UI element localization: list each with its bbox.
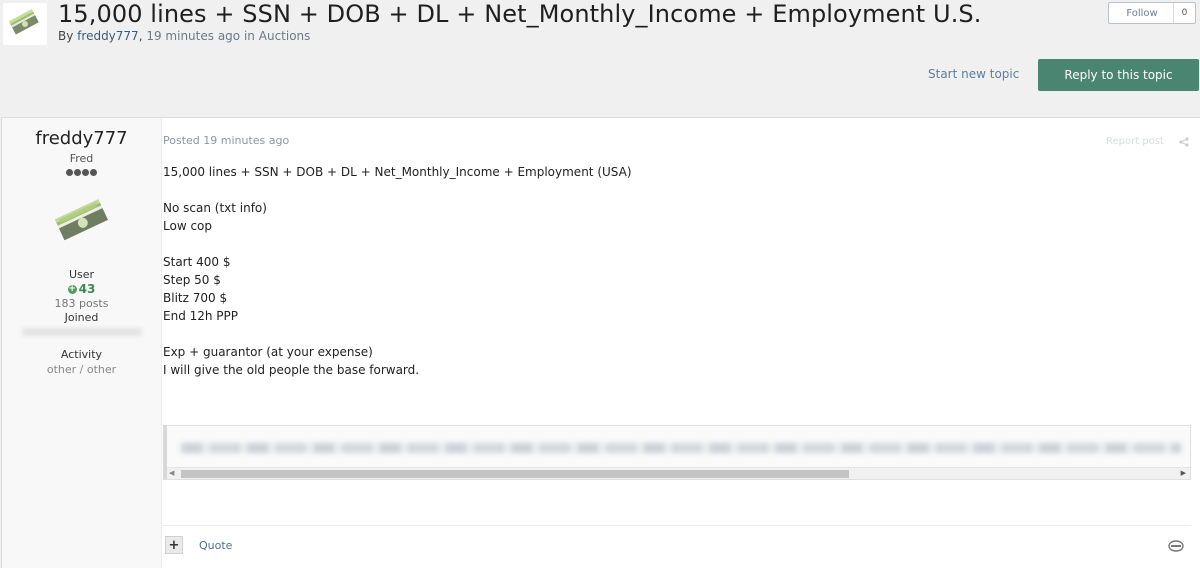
reaction-icon[interactable] — [1168, 540, 1184, 552]
byline-time: 19 minutes ago — [146, 29, 241, 43]
author-activity-label: Activity — [60, 348, 103, 361]
author-post-count: 183 posts — [54, 297, 109, 310]
scroll-right-icon[interactable]: ▶ — [1181, 469, 1186, 477]
byline-in: in — [243, 29, 255, 43]
post-line: Blitz 700 $ — [163, 291, 228, 305]
money-stack-icon — [54, 199, 108, 241]
scrollbar-thumb[interactable] — [181, 470, 849, 478]
topic-title: 15,000 lines + SSN + DOB + DL + Net_Mont… — [58, 0, 982, 28]
horizontal-scrollbar[interactable]: ◀ ▶ — [167, 467, 1190, 479]
scroll-left-icon[interactable]: ◀ — [169, 469, 174, 477]
author-panel: freddy777 Fred User + 43 183 posts Joine… — [2, 118, 162, 568]
share-icon[interactable] — [1179, 137, 1189, 147]
byline-prefix: By — [58, 29, 74, 43]
reputation-value: 43 — [78, 282, 96, 296]
post-line: Start 400 $ — [163, 255, 231, 269]
money-stack-icon — [8, 9, 39, 35]
author-activity-value: other / other — [46, 363, 117, 376]
quote-button[interactable]: Quote — [199, 539, 232, 552]
post-footer-divider — [163, 525, 1191, 526]
post-line: Low cop — [163, 219, 213, 233]
avatar[interactable] — [52, 196, 112, 246]
author-title: Fred — [69, 152, 94, 165]
post-line: I will give the old people the base forw… — [163, 363, 420, 377]
post-line: Step 50 $ — [163, 273, 221, 287]
rank-pip — [90, 169, 97, 176]
author-group: User — [68, 268, 95, 281]
multiquote-button[interactable]: + — [165, 536, 183, 554]
follow-button[interactable]: Follow 0 — [1108, 2, 1196, 24]
rank-pip — [66, 169, 73, 176]
post-body: 15,000 lines + SSN + DOB + DL + Net_Mont… — [163, 163, 632, 379]
topic-icon — [3, 3, 47, 45]
code-block-redacted: ◀ ▶ — [163, 425, 1191, 480]
post: freddy777 Fred User + 43 183 posts Joine… — [1, 117, 1200, 568]
blurred-code-content — [181, 443, 1181, 453]
report-post-link[interactable]: Report post — [1106, 136, 1164, 147]
reply-to-topic-button[interactable]: Reply to this topic — [1038, 59, 1199, 91]
rank-pip — [82, 169, 89, 176]
follow-label: Follow — [1126, 7, 1158, 19]
post-line: End 12h PPP — [163, 309, 239, 323]
joined-date-redacted — [21, 328, 142, 336]
post-timestamp[interactable]: Posted 19 minutes ago — [163, 134, 289, 147]
follow-count: 0 — [1173, 3, 1195, 23]
rank-pips — [2, 169, 161, 176]
byline-author-link[interactable]: freddy777 — [77, 29, 139, 43]
post-line: 15,000 lines + SSN + DOB + DL + Net_Mont… — [163, 165, 632, 179]
plus-icon: + — [67, 283, 77, 294]
start-new-topic-link[interactable]: Start new topic — [928, 67, 1019, 81]
rank-pip — [74, 169, 81, 176]
byline-forum-link[interactable]: Auctions — [259, 29, 311, 43]
author-name-link[interactable]: freddy777 — [2, 128, 161, 149]
post-line: Exp + guarantor (at your expense) — [163, 345, 373, 359]
author-joined-label: Joined — [64, 311, 99, 324]
reputation-badge[interactable]: + 43 — [2, 282, 161, 296]
topic-byline: By freddy777, 19 minutes ago in Auctions — [58, 29, 311, 43]
post-line: No scan (txt info) — [163, 201, 267, 215]
